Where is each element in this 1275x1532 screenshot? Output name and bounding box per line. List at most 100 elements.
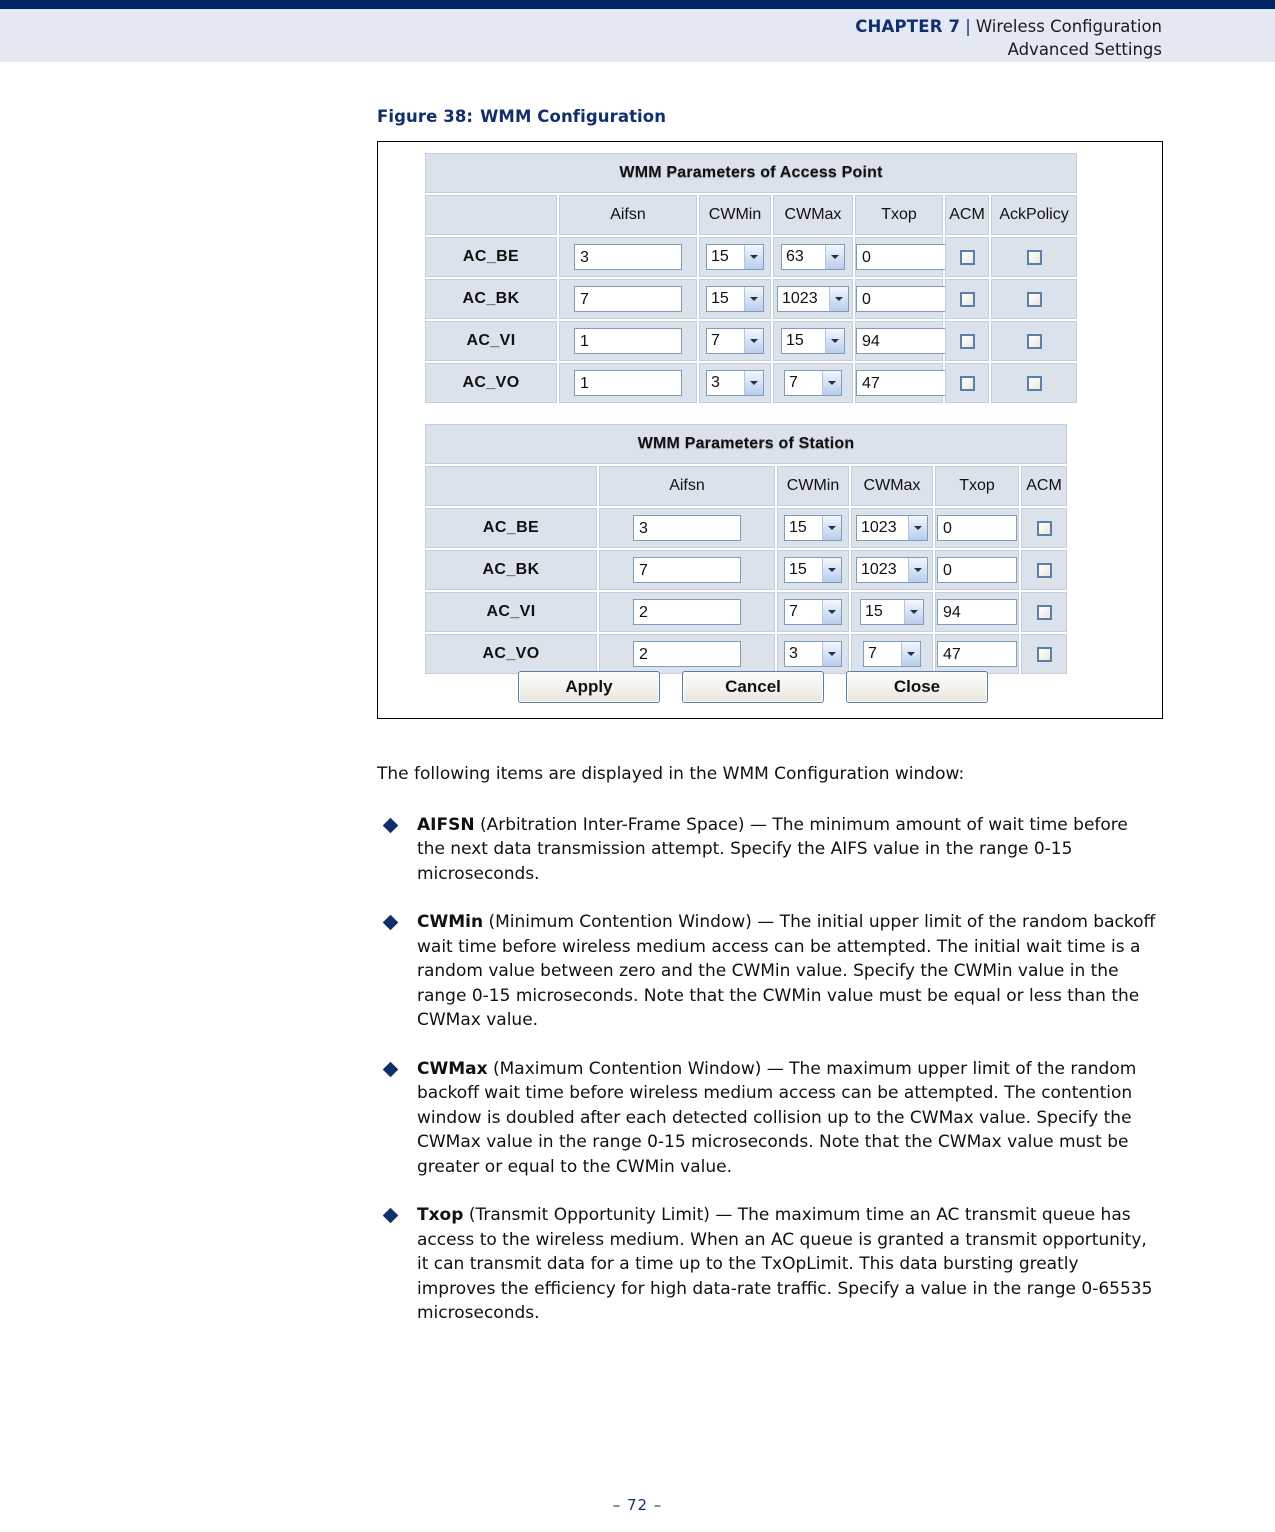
- ap-ackpolicy-checkbox-ac-vo[interactable]: [1026, 375, 1042, 391]
- chevron-down-icon[interactable]: [744, 371, 763, 395]
- sta-cwmin-value-ac-bk: 15: [789, 561, 807, 578]
- close-button[interactable]: Close: [846, 671, 988, 703]
- chevron-down-icon[interactable]: [822, 558, 841, 582]
- chevron-down-icon[interactable]: [908, 558, 927, 582]
- ap-txop-input-ac-vo[interactable]: 47: [856, 370, 958, 396]
- ap-aifsn-input-ac-vo[interactable]: 1: [574, 370, 682, 396]
- ap-col-txop: Txop: [855, 195, 943, 235]
- ap-cwmin-value-ac-vo: 3: [711, 374, 720, 391]
- ap-cwmin-select-ac-bk[interactable]: 15: [706, 286, 764, 312]
- ap-cwmin-select-ac-vi[interactable]: 7: [706, 328, 764, 354]
- ap-cwmin-cell-ac-bk: 15: [699, 279, 771, 319]
- ap-aifsn-cell-ac-bk: 7: [559, 279, 697, 319]
- sta-txop-input-ac-vo[interactable]: 47: [937, 641, 1017, 667]
- ap-ackpolicy-checkbox-ac-be[interactable]: [1026, 249, 1042, 265]
- chevron-down-icon[interactable]: [822, 600, 841, 624]
- sta-cwmax-select-ac-vo[interactable]: 7: [863, 641, 921, 667]
- sta-cwmax-value-ac-vi: 15: [865, 603, 883, 620]
- sta-cwmin-cell-ac-vo: 3: [777, 634, 849, 674]
- bullet-text-txop: (Transmit Opportunity Limit) — The maxim…: [417, 1205, 1153, 1323]
- ap-cwmax-value-ac-be: 63: [786, 248, 804, 265]
- sta-cwmin-select-ac-vo[interactable]: 3: [784, 641, 842, 667]
- sta-acm-checkbox-ac-vo[interactable]: [1036, 646, 1052, 662]
- ap-table-header-row: Aifsn CWMin CWMax Txop ACM AckPolicy: [425, 195, 1078, 235]
- bullet-term-cwmax: CWMax: [417, 1058, 488, 1079]
- ap-cwmax-select-ac-be[interactable]: 63: [781, 244, 845, 270]
- chevron-down-icon[interactable]: [744, 245, 763, 269]
- bullet-text-cwmax: (Maximum Contention Window) — The maximu…: [417, 1058, 1137, 1177]
- sta-txop-cell-ac-be: 0: [935, 508, 1019, 548]
- chevron-down-icon[interactable]: [744, 329, 763, 353]
- ap-cwmin-cell-ac-be: 15: [699, 237, 771, 277]
- sta-cwmin-value-ac-be: 15: [789, 519, 807, 536]
- ap-txop-input-ac-bk[interactable]: 0: [856, 286, 958, 312]
- ap-aifsn-input-ac-vi[interactable]: 1: [574, 328, 682, 354]
- sta-acm-checkbox-ac-vi[interactable]: [1036, 604, 1052, 620]
- sta-txop-input-ac-be[interactable]: 0: [937, 515, 1017, 541]
- ap-txop-input-ac-be[interactable]: 0: [856, 244, 958, 270]
- ap-ackpolicy-checkbox-ac-bk[interactable]: [1026, 291, 1042, 307]
- ap-acm-checkbox-ac-be[interactable]: [959, 249, 975, 265]
- cancel-button[interactable]: Cancel: [682, 671, 824, 703]
- ap-acm-cell-ac-be: [945, 237, 989, 277]
- chevron-down-icon[interactable]: [822, 642, 841, 666]
- sta-aifsn-input-ac-vi[interactable]: 2: [633, 599, 741, 625]
- sta-aifsn-input-ac-bk[interactable]: 7: [633, 557, 741, 583]
- sta-acm-checkbox-ac-bk[interactable]: [1036, 562, 1052, 578]
- sta-aifsn-input-ac-vo[interactable]: 2: [633, 641, 741, 667]
- ap-acm-checkbox-ac-vo[interactable]: [959, 375, 975, 391]
- chevron-down-icon[interactable]: [829, 287, 848, 311]
- page-number: – 72 –: [612, 1496, 663, 1514]
- diamond-bullet-icon: [382, 817, 399, 833]
- sta-cwmax-select-ac-vi[interactable]: 15: [860, 599, 924, 625]
- ap-txop-input-ac-vi[interactable]: 94: [856, 328, 958, 354]
- sta-cwmax-select-ac-be[interactable]: 1023: [856, 515, 928, 541]
- ap-cwmax-select-ac-bk[interactable]: 1023: [777, 286, 849, 312]
- wmm-station-table: WMM Parameters of Station Aifsn CWMin CW…: [423, 422, 1069, 676]
- chevron-down-icon[interactable]: [904, 600, 923, 624]
- sta-acm-cell-ac-vo: [1021, 634, 1067, 674]
- sta-acm-cell-ac-bk: [1021, 550, 1067, 590]
- chevron-down-icon[interactable]: [901, 642, 920, 666]
- sta-row-label-ac-bk: AC_BK: [425, 550, 597, 590]
- chevron-down-icon[interactable]: [822, 371, 841, 395]
- header-section: Wireless Configuration: [975, 17, 1162, 36]
- sta-cwmax-select-ac-bk[interactable]: 1023: [856, 557, 928, 583]
- ap-table-title: WMM Parameters of Access Point: [425, 153, 1078, 193]
- ap-cwmax-select-ac-vo[interactable]: 7: [784, 370, 842, 396]
- sta-cwmin-select-ac-bk[interactable]: 15: [784, 557, 842, 583]
- ap-acm-cell-ac-vo: [945, 363, 989, 403]
- ap-cwmax-cell-ac-vo: 7: [773, 363, 853, 403]
- ap-ackpolicy-checkbox-ac-vi[interactable]: [1026, 333, 1042, 349]
- sta-cwmin-cell-ac-bk: 15: [777, 550, 849, 590]
- ap-cwmin-select-ac-be[interactable]: 15: [706, 244, 764, 270]
- chevron-down-icon[interactable]: [744, 287, 763, 311]
- sta-aifsn-cell-ac-vo: 2: [599, 634, 775, 674]
- sta-aifsn-cell-ac-bk: 7: [599, 550, 775, 590]
- ap-acm-cell-ac-vi: [945, 321, 989, 361]
- ap-acm-checkbox-ac-bk[interactable]: [959, 291, 975, 307]
- ap-cwmax-cell-ac-bk: 1023: [773, 279, 853, 319]
- sta-cwmin-select-ac-be[interactable]: 15: [784, 515, 842, 541]
- sta-txop-input-ac-vi[interactable]: 94: [937, 599, 1017, 625]
- table-row: AC_BK 7 15 1023 0: [425, 550, 1067, 590]
- chevron-down-icon[interactable]: [822, 516, 841, 540]
- page-footer: – 72 –: [0, 1496, 1275, 1514]
- chevron-down-icon[interactable]: [825, 329, 844, 353]
- apply-button[interactable]: Apply: [518, 671, 660, 703]
- ap-aifsn-input-ac-be[interactable]: 3: [574, 244, 682, 270]
- ap-aifsn-input-ac-bk[interactable]: 7: [574, 286, 682, 312]
- ap-cwmax-select-ac-vi[interactable]: 15: [781, 328, 845, 354]
- sta-aifsn-input-ac-be[interactable]: 3: [633, 515, 741, 541]
- ap-acm-checkbox-ac-vi[interactable]: [959, 333, 975, 349]
- sta-cwmax-cell-ac-bk: 1023: [851, 550, 933, 590]
- ap-cwmin-value-ac-be: 15: [711, 248, 729, 265]
- chevron-down-icon[interactable]: [908, 516, 927, 540]
- ap-cwmin-select-ac-vo[interactable]: 3: [706, 370, 764, 396]
- sta-acm-checkbox-ac-be[interactable]: [1036, 520, 1052, 536]
- table-row: AC_BE 3 15 1023 0: [425, 508, 1067, 548]
- sta-txop-input-ac-bk[interactable]: 0: [937, 557, 1017, 583]
- sta-table-title: WMM Parameters of Station: [425, 424, 1067, 464]
- chevron-down-icon[interactable]: [825, 245, 844, 269]
- sta-cwmin-select-ac-vi[interactable]: 7: [784, 599, 842, 625]
